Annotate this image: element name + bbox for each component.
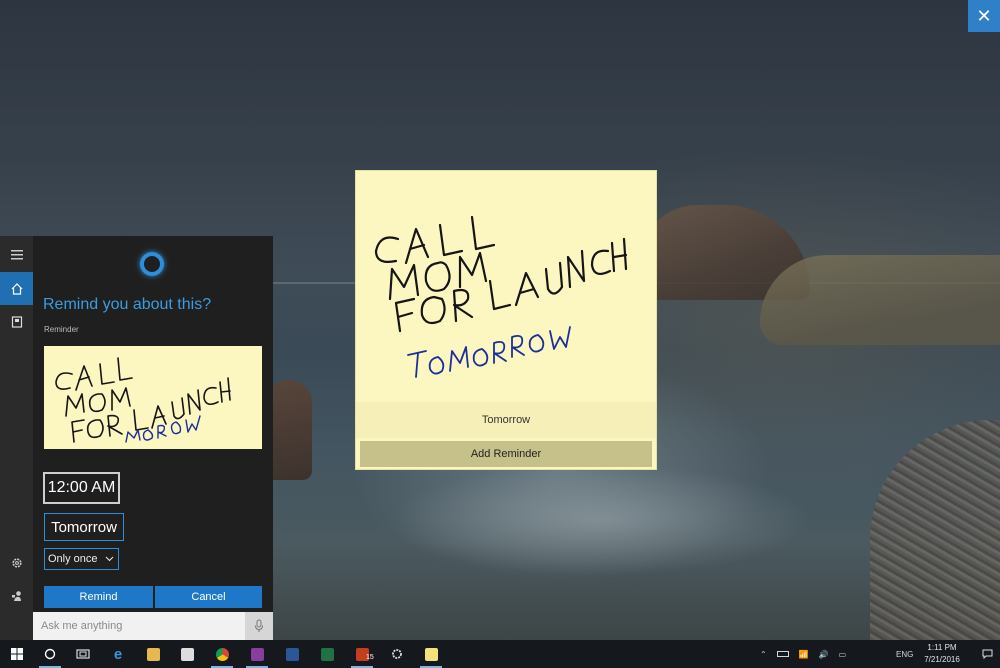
taskbar-excel[interactable]	[310, 640, 344, 668]
repeat-dropdown[interactable]: Only once	[44, 548, 119, 570]
cortana-logo	[140, 252, 164, 276]
home-icon	[11, 282, 22, 295]
edge-icon: e	[113, 645, 123, 663]
panel-title: Remind you about this?	[43, 296, 212, 313]
taskbar-sticky-notes[interactable]	[414, 640, 448, 668]
close-icon: ✕	[976, 5, 992, 26]
file-explorer-icon	[146, 647, 160, 661]
home-button[interactable]	[0, 272, 33, 305]
chevron-down-icon	[105, 556, 113, 562]
excel-icon	[320, 647, 334, 661]
chevron-up-icon: ⌃	[760, 649, 767, 659]
taskbar-powerpoint[interactable]: 15	[345, 640, 379, 668]
note-thumbnail	[44, 346, 262, 449]
action-center-icon	[982, 649, 992, 659]
action-center-button[interactable]	[974, 640, 1000, 668]
language-indicator[interactable]: ENG	[896, 640, 913, 668]
remind-button[interactable]: Remind	[44, 586, 153, 608]
taskbar-file-explorer[interactable]	[136, 640, 170, 668]
time-picker[interactable]: 12:00 AM	[43, 472, 120, 504]
notification-icon: ▭	[838, 649, 847, 659]
cortana-circle-icon	[44, 648, 56, 660]
taskbar-edge[interactable]: e	[101, 640, 135, 668]
chrome-icon	[215, 647, 229, 661]
close-button[interactable]: ✕	[968, 0, 1000, 32]
onenote-icon	[250, 647, 264, 661]
notebook-icon	[11, 315, 22, 328]
cancel-button[interactable]: Cancel	[155, 586, 262, 608]
microphone-button[interactable]	[245, 612, 273, 640]
shoreline-right	[760, 255, 1000, 345]
volume-icon: 🔊	[818, 649, 829, 659]
sticky-note[interactable]: Tomorrow Add Reminder	[355, 170, 657, 470]
windows-logo-icon	[11, 648, 23, 660]
clock-time: 1:11 PM	[927, 643, 957, 652]
thumbnail-note-ink	[55, 357, 231, 443]
gear-icon	[11, 557, 22, 568]
taskbar: e 15 ⌃ 📶 🔊 ▭ ENG 1:11 PM 7/21/2016	[0, 640, 1000, 668]
handwritten-note-ink	[374, 215, 628, 378]
clock-date: 7/21/2016	[924, 655, 960, 664]
microphone-icon	[255, 619, 263, 632]
notebook-button[interactable]	[0, 305, 33, 338]
network-icon: 📶	[798, 649, 809, 659]
sticky-notes-icon	[424, 647, 438, 661]
feedback-button[interactable]	[0, 579, 33, 612]
ask-me-anything-input[interactable]	[33, 612, 245, 640]
taskbar-onenote[interactable]	[240, 640, 274, 668]
tray-icons[interactable]: ⌃ 📶 🔊 ▭	[760, 640, 846, 668]
taskbar-chrome[interactable]	[205, 640, 239, 668]
taskbar-settings[interactable]	[380, 640, 414, 668]
settings-button[interactable]	[0, 546, 33, 579]
store-icon	[180, 647, 194, 661]
add-reminder-button[interactable]: Add Reminder	[360, 441, 652, 467]
note-date-button[interactable]: Tomorrow	[356, 402, 656, 438]
panel-subtitle: Reminder	[44, 325, 79, 334]
feedback-icon	[11, 590, 21, 601]
cortana-search-bar	[33, 612, 273, 640]
hamburger-icon	[10, 249, 23, 259]
start-button[interactable]	[0, 640, 34, 668]
cortana-taskbar-button[interactable]	[33, 640, 67, 668]
battery-icon	[776, 651, 789, 657]
powerpoint-badge: 15	[366, 654, 374, 661]
task-view-button[interactable]	[66, 640, 100, 668]
taskbar-clock[interactable]: 1:11 PM 7/21/2016	[912, 642, 972, 666]
menu-button[interactable]	[0, 238, 33, 271]
word-icon	[285, 647, 299, 661]
gear-icon	[392, 649, 402, 659]
taskbar-store[interactable]	[170, 640, 204, 668]
repeat-value: Only once	[48, 553, 98, 565]
cortana-nav-rail	[0, 236, 33, 640]
date-picker[interactable]: Tomorrow	[44, 513, 124, 541]
cortana-panel: Remind you about this? Reminder 12:00 AM…	[0, 236, 273, 640]
task-view-icon	[76, 649, 90, 659]
taskbar-word[interactable]	[275, 640, 309, 668]
